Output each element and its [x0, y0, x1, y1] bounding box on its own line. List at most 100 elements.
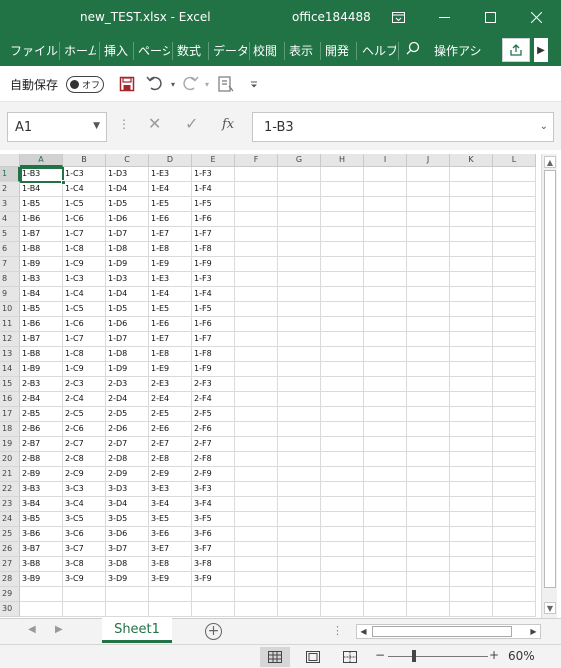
grid-cell[interactable]	[493, 212, 536, 227]
grid-cell[interactable]: 2-F7	[192, 437, 235, 452]
tab-formulas[interactable]: 数式	[177, 42, 201, 59]
grid-cell[interactable]	[364, 272, 407, 287]
grid-cell[interactable]: 1-E8	[149, 347, 192, 362]
horizontal-scroll-thumb[interactable]	[372, 626, 512, 637]
grid-cell[interactable]	[407, 392, 450, 407]
grid-cell[interactable]: 1-D5	[106, 197, 149, 212]
grid-cell[interactable]	[20, 587, 63, 602]
grid-cell[interactable]: 2-D6	[106, 422, 149, 437]
grid-cell[interactable]	[235, 332, 278, 347]
grid-cell[interactable]	[321, 302, 364, 317]
fill-handle[interactable]	[61, 180, 66, 185]
grid-cell[interactable]: 3-F6	[192, 527, 235, 542]
grid-cell[interactable]	[235, 557, 278, 572]
zoom-out-button[interactable]: −	[375, 648, 385, 662]
grid-cell[interactable]: 2-C7	[63, 437, 106, 452]
grid-cell[interactable]	[364, 167, 407, 182]
grid-cell[interactable]: 1-B9	[20, 362, 63, 377]
grid-cell[interactable]: 2-C8	[63, 452, 106, 467]
grid-cell[interactable]: 2-F5	[192, 407, 235, 422]
undo-icon[interactable]	[145, 74, 165, 94]
grid-cell[interactable]	[235, 182, 278, 197]
grid-cell[interactable]: 2-E5	[149, 407, 192, 422]
name-box[interactable]: A1 ▼	[7, 112, 107, 142]
grid-cell[interactable]	[364, 437, 407, 452]
grid-cell[interactable]	[493, 317, 536, 332]
grid-cell[interactable]: 1-C9	[63, 257, 106, 272]
grid-cell[interactable]	[278, 542, 321, 557]
grid-cell[interactable]: 3-E7	[149, 542, 192, 557]
grid-cell[interactable]	[321, 437, 364, 452]
row-header[interactable]: 23	[0, 497, 20, 512]
grid-cell[interactable]: 1-B6	[20, 317, 63, 332]
grid-cell[interactable]	[321, 602, 364, 617]
grid-cell[interactable]: 2-C4	[63, 392, 106, 407]
normal-view-icon[interactable]	[260, 647, 290, 667]
grid-cell[interactable]	[364, 407, 407, 422]
select-all-corner[interactable]	[0, 154, 20, 167]
row-header[interactable]: 24	[0, 512, 20, 527]
grid-cell[interactable]: 1-D7	[106, 227, 149, 242]
grid-cell[interactable]: 1-B7	[20, 332, 63, 347]
grid-cell[interactable]: 3-B8	[20, 557, 63, 572]
row-header[interactable]: 21	[0, 467, 20, 482]
grid-cell[interactable]	[321, 452, 364, 467]
grid-cell[interactable]: 3-C3	[63, 482, 106, 497]
row-header[interactable]: 25	[0, 527, 20, 542]
grid-cell[interactable]	[450, 497, 493, 512]
enter-icon[interactable]: ✓	[185, 114, 198, 133]
grid-cell[interactable]	[407, 377, 450, 392]
cancel-icon[interactable]: ✕	[148, 114, 161, 133]
grid-cell[interactable]	[235, 272, 278, 287]
tell-me-search[interactable]: 操作アシ	[434, 42, 486, 59]
grid-cell[interactable]: 1-F4	[192, 287, 235, 302]
grid-cell[interactable]	[321, 527, 364, 542]
grid-cell[interactable]: 1-D6	[106, 212, 149, 227]
grid-cell[interactable]	[450, 257, 493, 272]
row-header[interactable]: 16	[0, 392, 20, 407]
grid-cell[interactable]: 1-E6	[149, 317, 192, 332]
grid-cell[interactable]	[235, 287, 278, 302]
grid-cell[interactable]: 1-B4	[20, 287, 63, 302]
grid-cell[interactable]: 2-F8	[192, 452, 235, 467]
grid-cell[interactable]	[235, 482, 278, 497]
grid-cell[interactable]	[321, 512, 364, 527]
grid-cell[interactable]: 3-D4	[106, 497, 149, 512]
tab-split-grip-icon[interactable]: ⋮	[332, 624, 343, 637]
grid-cell[interactable]	[235, 392, 278, 407]
grid-cell[interactable]: 1-F5	[192, 302, 235, 317]
grid-cell[interactable]	[235, 422, 278, 437]
grid-cell[interactable]	[493, 452, 536, 467]
grid-cell[interactable]	[364, 302, 407, 317]
add-sheet-icon[interactable]: +	[205, 623, 222, 640]
row-header[interactable]: 10	[0, 302, 20, 317]
grid-cell[interactable]	[278, 557, 321, 572]
grid-cell[interactable]	[235, 212, 278, 227]
grid-cell[interactable]	[364, 257, 407, 272]
scroll-up-icon[interactable]: ▲	[544, 156, 556, 168]
grid-cell[interactable]: 1-C9	[63, 362, 106, 377]
grid-cell[interactable]	[235, 497, 278, 512]
row-header[interactable]: 20	[0, 452, 20, 467]
column-header[interactable]: E	[192, 154, 235, 167]
grid-cell[interactable]	[407, 572, 450, 587]
row-header[interactable]: 8	[0, 272, 20, 287]
grid-cell[interactable]	[235, 467, 278, 482]
grid-cell[interactable]	[493, 587, 536, 602]
grid-cell[interactable]	[235, 377, 278, 392]
grid-cell[interactable]	[493, 602, 536, 617]
grid-cell[interactable]: 1-E6	[149, 212, 192, 227]
grid-cell[interactable]	[106, 602, 149, 617]
row-header[interactable]: 9	[0, 287, 20, 302]
row-header[interactable]: 28	[0, 572, 20, 587]
grid-cell[interactable]	[321, 422, 364, 437]
grid-cell[interactable]	[450, 527, 493, 542]
grid-cell[interactable]	[407, 512, 450, 527]
grid-cell[interactable]	[235, 452, 278, 467]
grid-cell[interactable]: 1-C7	[63, 332, 106, 347]
grid-cell[interactable]	[450, 362, 493, 377]
grid-cell[interactable]	[235, 302, 278, 317]
grid-cell[interactable]: 3-C4	[63, 497, 106, 512]
grid-cell[interactable]	[278, 272, 321, 287]
expand-formula-icon[interactable]: ⌄	[540, 121, 548, 132]
